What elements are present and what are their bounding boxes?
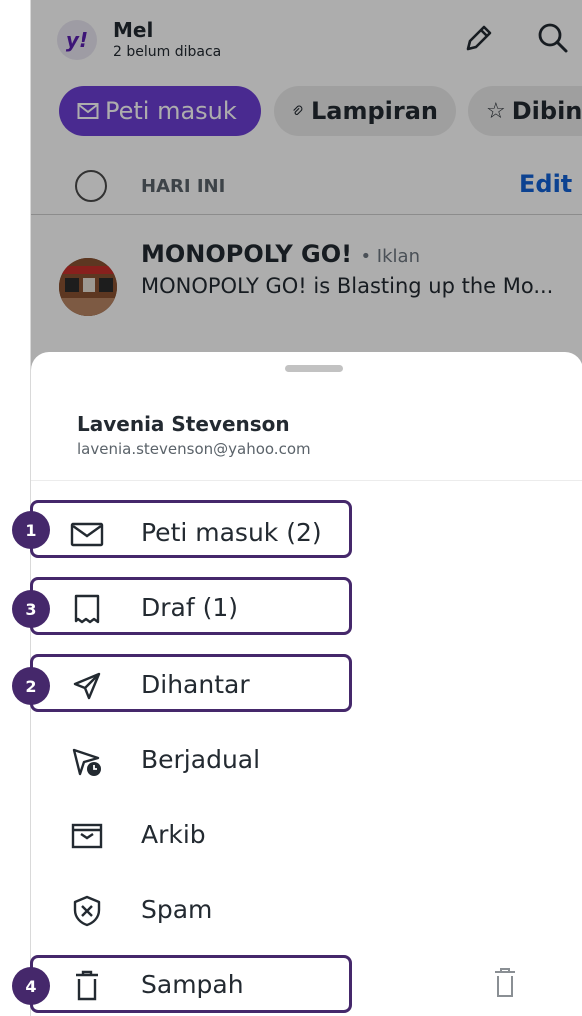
highlight-trash: [30, 955, 352, 1013]
empty-trash-icon[interactable]: [490, 966, 520, 1000]
folder-label: Berjadual: [141, 745, 261, 774]
step-badge: 4: [12, 967, 50, 1005]
spam-shield-icon: [67, 893, 107, 929]
folder-label: Arkib: [141, 820, 206, 849]
sheet-drag-handle[interactable]: [285, 365, 343, 372]
folder-label: Spam: [141, 895, 213, 924]
scheduled-icon: [67, 743, 107, 779]
divider: [31, 480, 582, 481]
step-badge: 2: [12, 667, 50, 705]
archive-icon: [67, 818, 107, 854]
highlight-inbox: [30, 500, 352, 558]
folder-archive[interactable]: Arkib: [31, 798, 582, 874]
folder-spam[interactable]: Spam: [31, 873, 582, 949]
highlight-drafts: [30, 577, 352, 635]
folder-scheduled[interactable]: Berjadual: [31, 723, 582, 799]
step-badge: 1: [12, 511, 50, 549]
account-name: Lavenia Stevenson: [77, 412, 290, 436]
account-email: lavenia.stevenson@yahoo.com: [77, 440, 311, 458]
highlight-sent: [30, 654, 352, 712]
step-badge: 3: [12, 590, 50, 628]
